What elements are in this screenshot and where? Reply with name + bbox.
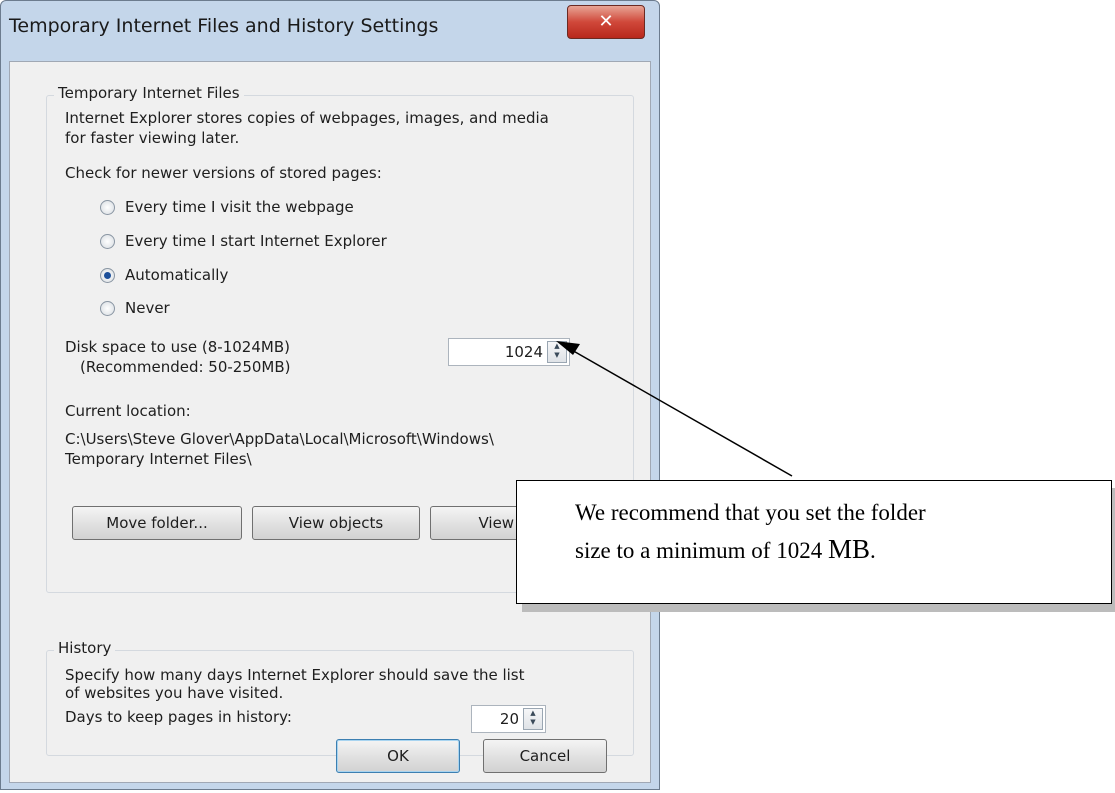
radio-never-label[interactable]: Never	[125, 299, 170, 317]
ok-button[interactable]: OK	[336, 739, 460, 773]
title-bar[interactable]: Temporary Internet Files and History Set…	[1, 1, 659, 59]
days-label: Days to keep pages in history:	[65, 708, 292, 726]
callout-period: .	[870, 538, 876, 563]
history-description: Specify how many days Internet Explorer …	[65, 666, 525, 684]
history-legend: History	[54, 639, 116, 657]
radio-every-start-label[interactable]: Every time I start Internet Explorer	[125, 232, 387, 250]
settings-dialog: Temporary Internet Files and History Set…	[0, 0, 660, 790]
days-stepper[interactable]: 20 ▲ ▼	[471, 705, 546, 733]
history-description-2: of websites you have visited.	[65, 684, 284, 702]
callout-text: We recommend that you set the folder siz…	[575, 495, 926, 569]
check-versions-label: Check for newer versions of stored pages…	[65, 164, 382, 182]
radio-every-visit[interactable]	[100, 200, 115, 215]
temp-files-legend: Temporary Internet Files	[54, 84, 244, 102]
current-location-path-2: Temporary Internet Files\	[65, 450, 252, 468]
current-location-label: Current location:	[65, 402, 191, 420]
view-objects-button[interactable]: View objects	[252, 506, 420, 540]
callout-line-2: size to a minimum of 1024	[575, 538, 828, 563]
temp-files-description-2: for faster viewing later.	[65, 129, 240, 147]
spin-arrows-icon[interactable]: ▲ ▼	[523, 708, 543, 730]
cancel-button[interactable]: Cancel	[483, 739, 607, 773]
radio-every-visit-label[interactable]: Every time I visit the webpage	[125, 198, 354, 216]
radio-never[interactable]	[100, 301, 115, 316]
dialog-title: Temporary Internet Files and History Set…	[9, 15, 439, 37]
radio-every-start[interactable]	[100, 234, 115, 249]
days-value[interactable]: 20	[500, 710, 519, 728]
callout-line-1: We recommend that you set the folder	[575, 500, 926, 525]
disk-space-stepper[interactable]: 1024 ▲ ▼	[448, 338, 570, 366]
disk-space-label: Disk space to use (8-1024MB)	[65, 338, 290, 356]
current-location-path: C:\Users\Steve Glover\AppData\Local\Micr…	[65, 430, 494, 448]
dialog-body: Temporary Internet Files Internet Explor…	[9, 61, 651, 783]
callout-unit: MB	[827, 534, 870, 564]
disk-space-value[interactable]: 1024	[505, 343, 543, 361]
radio-automatically-label[interactable]: Automatically	[125, 266, 228, 284]
move-folder-button[interactable]: Move folder...	[72, 506, 242, 540]
recommendation-callout: We recommend that you set the folder siz…	[516, 480, 1112, 604]
close-button[interactable]: ✕	[567, 5, 645, 39]
spin-arrows-icon[interactable]: ▲ ▼	[547, 341, 567, 363]
radio-automatically[interactable]	[100, 268, 115, 283]
disk-space-recommended: (Recommended: 50-250MB)	[80, 358, 291, 376]
temp-files-description: Internet Explorer stores copies of webpa…	[65, 109, 549, 127]
close-icon: ✕	[598, 11, 614, 32]
